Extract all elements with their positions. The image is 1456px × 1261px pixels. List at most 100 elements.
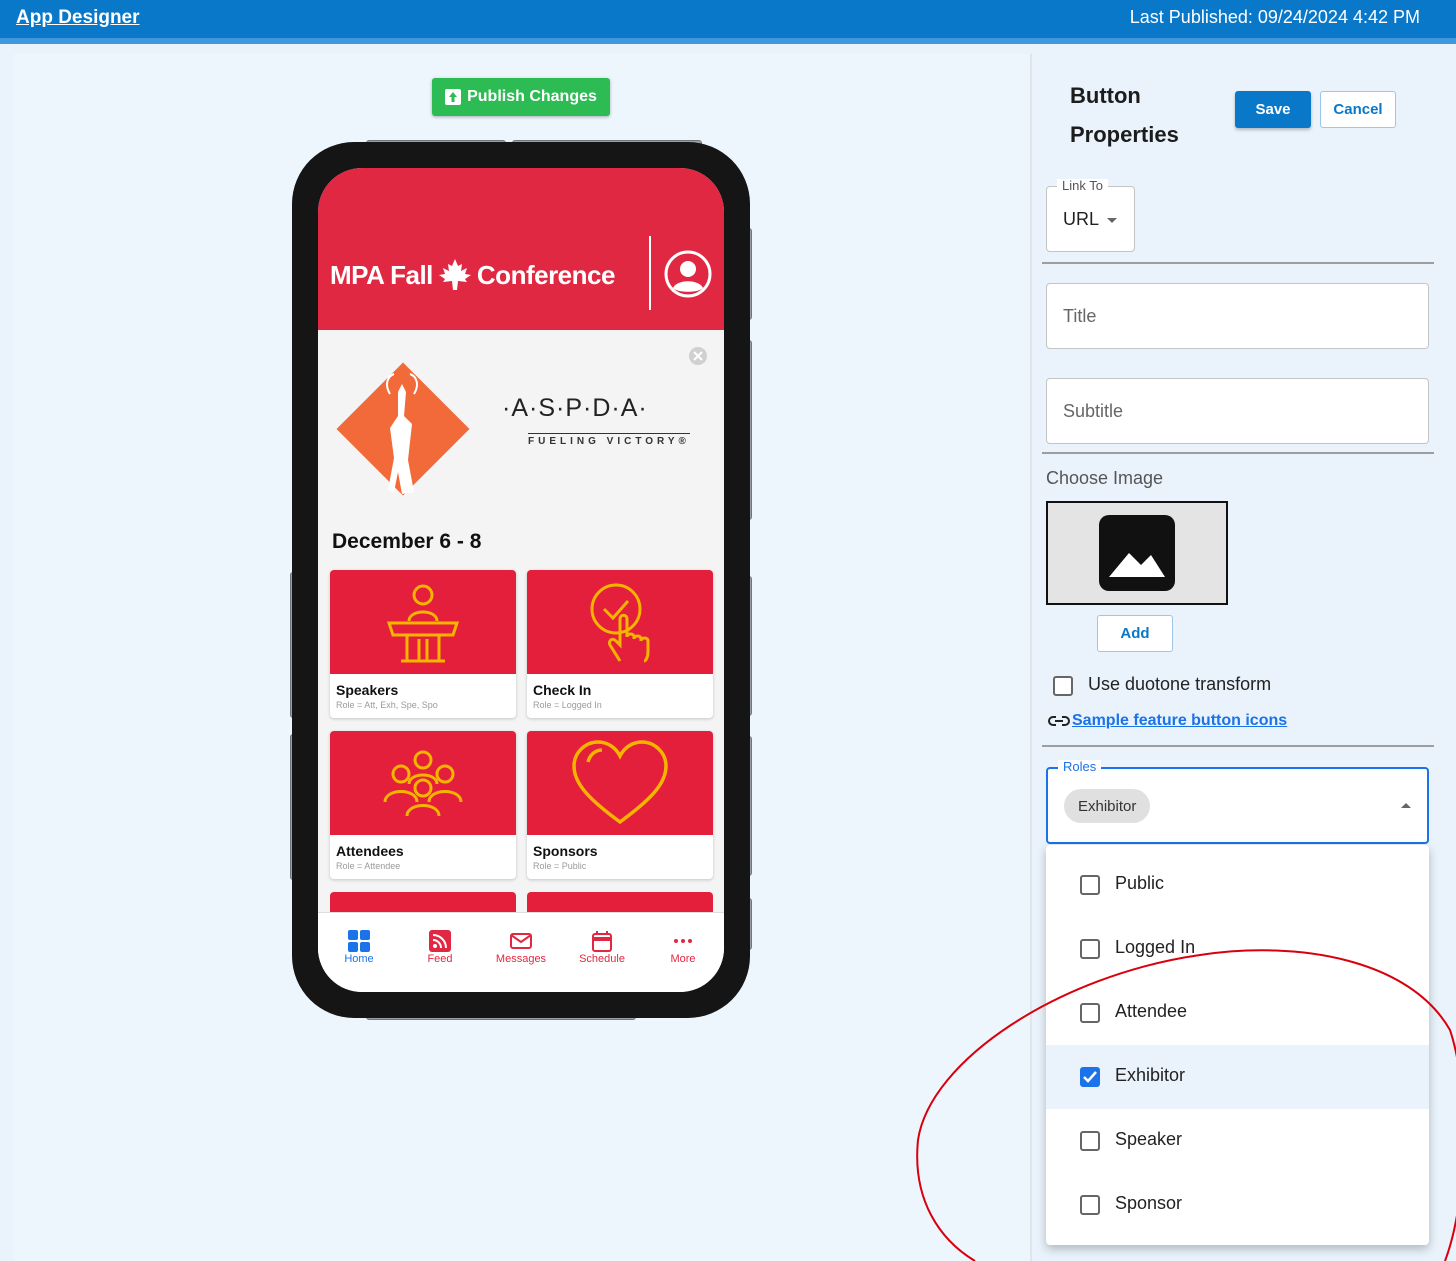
panel-title: Button Properties	[1070, 83, 1179, 147]
tab-feed[interactable]: Feed	[400, 929, 480, 965]
link-to-value: URL	[1063, 209, 1100, 229]
tab-label: Feed	[427, 953, 453, 965]
role-option-label: Public	[1115, 873, 1165, 893]
tab-home[interactable]: Home	[319, 929, 399, 965]
panel-divider	[1030, 54, 1032, 1261]
card-image	[527, 570, 713, 674]
app-designer-link[interactable]: App Designer	[16, 7, 140, 29]
title-input[interactable]	[1047, 284, 1428, 348]
tab-messages[interactable]: Messages	[481, 929, 561, 965]
link-to-select[interactable]: Link To URL	[1046, 179, 1135, 252]
aspda-logo	[336, 362, 470, 496]
close-banner-icon[interactable]	[688, 346, 708, 366]
role-option-label: Attendee	[1115, 1001, 1188, 1021]
roles-select[interactable]: Roles Exhibitor	[1046, 760, 1429, 844]
app-tab-bar: Home Feed Messages Schedule More	[318, 912, 724, 992]
subtitle-field[interactable]	[1046, 378, 1429, 444]
card-title: Attendees	[336, 843, 404, 859]
role-checkbox[interactable]	[1080, 939, 1100, 959]
last-published-text: Last Published: 09/24/2024 4:42 PM	[1129, 7, 1420, 27]
rss-icon	[429, 930, 451, 952]
envelope-icon	[510, 933, 532, 949]
calendar-icon	[592, 931, 612, 952]
publish-changes-button[interactable]: Publish Changes	[432, 78, 610, 116]
grid-icon	[348, 930, 370, 952]
tab-label: Schedule	[579, 953, 625, 965]
app-title-part1: MPA Fall	[330, 259, 433, 290]
role-checkbox[interactable]	[1080, 1131, 1100, 1151]
top-bar: App Designer Last Published: 09/24/2024 …	[0, 0, 1456, 44]
tab-label: Messages	[495, 953, 547, 965]
maple-leaf-icon	[438, 259, 471, 290]
role-option-speaker[interactable]: Speaker	[1046, 1109, 1429, 1173]
role-checkbox[interactable]	[1080, 875, 1100, 895]
tab-schedule[interactable]: Schedule	[562, 929, 642, 965]
section-divider	[1042, 262, 1434, 264]
check-icon	[1083, 1071, 1097, 1083]
card-title: Speakers	[336, 682, 399, 698]
role-option-label: Exhibitor	[1115, 1065, 1186, 1085]
role-checkbox[interactable]	[1080, 1067, 1100, 1087]
chevron-up-icon[interactable]	[1401, 803, 1411, 808]
sample-icons-link-label: Sample feature button icons	[1072, 712, 1288, 729]
header-separator	[649, 236, 651, 310]
card-image	[330, 731, 516, 835]
people-group-icon	[383, 750, 463, 817]
duotone-checkbox[interactable]	[1053, 676, 1073, 696]
add-image-button[interactable]: Add	[1097, 615, 1173, 652]
card-image	[527, 731, 713, 835]
upload-icon	[445, 89, 462, 105]
role-option-logged-in[interactable]: Logged In	[1046, 917, 1429, 981]
sample-icons-link[interactable]: Sample feature button icons	[1048, 712, 1287, 730]
publish-changes-label: Publish Changes	[467, 88, 597, 105]
card-title: Sponsors	[533, 843, 598, 859]
subtitle-input[interactable]	[1047, 379, 1428, 443]
feature-card-speakers[interactable]: Speakers Role = Att, Exh, Spe, Spo	[330, 570, 516, 718]
tab-more[interactable]: More	[643, 929, 723, 965]
role-checkbox[interactable]	[1080, 1003, 1100, 1023]
heart-icon	[572, 740, 668, 825]
save-button[interactable]: Save	[1235, 91, 1311, 128]
app-header: MPA Fall Conference	[318, 168, 724, 330]
role-chip-exhibitor[interactable]: Exhibitor	[1064, 789, 1151, 823]
card-image	[330, 570, 516, 674]
check-in-touch-icon	[590, 583, 650, 663]
role-option-sponsor[interactable]: Sponsor	[1046, 1173, 1429, 1237]
choose-image-label: Choose Image	[1046, 468, 1164, 488]
app-title: MPA Fall Conference	[330, 258, 615, 292]
section-divider	[1042, 452, 1434, 454]
speaker-podium-icon	[386, 584, 460, 663]
role-option-label: Logged In	[1115, 937, 1196, 957]
role-option-label: Speaker	[1115, 1129, 1183, 1149]
image-placeholder-icon	[1099, 515, 1175, 591]
tab-label: More	[670, 953, 696, 965]
sponsor-tagline: FUELING VICTORY®	[528, 433, 690, 447]
role-option-exhibitor[interactable]: Exhibitor	[1046, 1045, 1429, 1109]
event-date-heading: December 6 - 8	[332, 530, 482, 553]
duotone-label: Use duotone transform	[1088, 674, 1272, 694]
tab-label: Home	[344, 953, 374, 965]
feature-card-sponsors[interactable]: Sponsors Role = Public	[527, 731, 713, 879]
role-option-public[interactable]: Public	[1046, 853, 1429, 917]
card-role: Role = Logged In	[533, 700, 602, 710]
chevron-down-icon	[1107, 218, 1117, 223]
role-checkbox[interactable]	[1080, 1195, 1100, 1215]
image-preview[interactable]	[1046, 501, 1228, 605]
title-field[interactable]	[1046, 283, 1429, 349]
roles-label: Roles	[1058, 760, 1102, 774]
section-divider	[1042, 745, 1434, 747]
role-option-attendee[interactable]: Attendee	[1046, 981, 1429, 1045]
card-role: Role = Att, Exh, Spe, Spo	[336, 700, 438, 710]
card-role: Role = Public	[533, 861, 587, 871]
link-to-label: Link To	[1057, 179, 1108, 193]
app-title-part2: Conference	[476, 259, 616, 290]
phone-screen: MPA Fall Conference ·A·S·P·D·A· FUELING …	[318, 168, 724, 992]
ellipsis-icon	[674, 939, 692, 943]
sponsor-name: ·A·S·P·D·A·	[502, 394, 648, 422]
link-icon	[1048, 716, 1070, 726]
card-title: Check In	[533, 682, 592, 698]
cancel-button[interactable]: Cancel	[1320, 91, 1396, 128]
feature-card-attendees[interactable]: Attendees Role = Attendee	[330, 731, 516, 879]
feature-card-check-in[interactable]: Check In Role = Logged In	[527, 570, 713, 718]
user-avatar-icon[interactable]	[664, 250, 712, 298]
